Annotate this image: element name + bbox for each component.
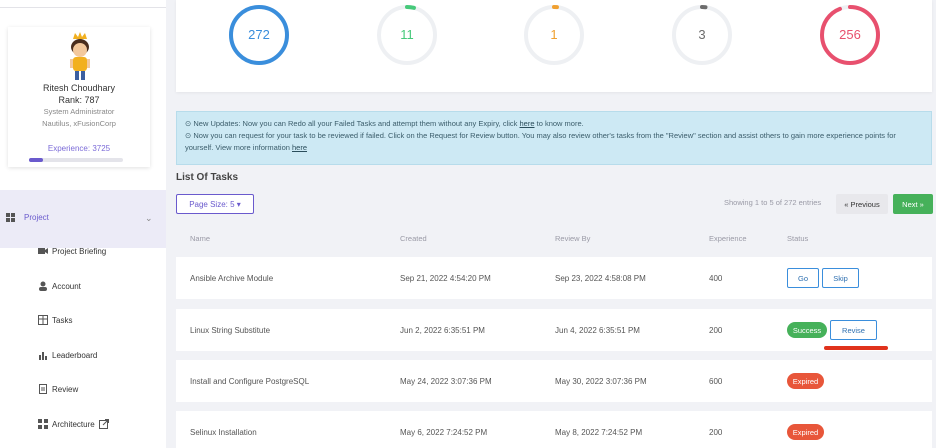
sidebar-item-label: Architecture xyxy=(52,419,95,429)
stat-value: 1 xyxy=(550,27,558,42)
column-header-experience: Experience xyxy=(709,234,747,243)
go-button[interactable]: Go xyxy=(787,268,819,288)
stat-value: 11 xyxy=(400,27,414,42)
bar-chart-icon xyxy=(39,352,47,360)
sidebar-top-divider xyxy=(0,0,166,8)
column-header-created: Created xyxy=(400,234,427,243)
task-review-by: Sep 23, 2022 4:58:08 PM xyxy=(555,274,646,283)
column-header-status: Status xyxy=(787,234,809,243)
updates-notice: ⊙ New Updates: Now you can Redo all your… xyxy=(176,111,932,165)
chevron-down-icon: ⌄ xyxy=(145,213,153,223)
list-title: List Of Tasks xyxy=(176,172,239,183)
stat-ring: 11 xyxy=(375,3,439,67)
stat-value: 256 xyxy=(839,27,861,42)
table-row: Linux String Substitute Jun 2, 2022 6:35… xyxy=(176,309,932,351)
grid-icon xyxy=(38,419,48,429)
stat-value: 272 xyxy=(248,27,270,42)
page-size-dropdown[interactable]: Page Size: 5 ▾ xyxy=(176,194,254,214)
task-experience: 400 xyxy=(709,274,723,283)
user-icon xyxy=(39,281,47,291)
experience-progress-bar xyxy=(29,158,123,162)
task-name: Linux String Substitute xyxy=(190,326,271,335)
task-review-by: May 30, 2022 3:07:36 PM xyxy=(555,377,647,386)
status-badge-expired: Expired xyxy=(787,424,824,440)
status-badge-success: Success xyxy=(787,322,827,338)
grid-icon xyxy=(6,213,15,222)
task-experience: 200 xyxy=(709,428,723,437)
profile-name: Ritesh Choudhary xyxy=(42,83,116,93)
sidebar-item-label: Tasks xyxy=(52,315,73,325)
external-link-icon xyxy=(98,419,109,429)
notice-line-1-tail: to know more. xyxy=(536,119,584,128)
notice-link-2[interactable]: here xyxy=(292,143,307,152)
profile-org: Nautilus, xFusionCorp xyxy=(42,119,116,128)
task-name: Ansible Archive Module xyxy=(190,274,274,283)
sidebar-item-project-briefing[interactable]: Project Briefing xyxy=(38,244,106,258)
notice-link-1[interactable]: here xyxy=(520,119,535,128)
profile-role: System Administrator xyxy=(43,107,115,116)
annotation-underline xyxy=(824,346,888,350)
column-header-name: Name xyxy=(190,234,211,243)
previous-button[interactable]: « Previous xyxy=(836,194,888,214)
sidebar-item-label: Project Briefing xyxy=(52,246,107,256)
table-row: Install and Configure PostgreSQL May 24,… xyxy=(176,360,932,402)
stat-ring: 3 xyxy=(670,3,734,67)
column-header-review-by: Review By xyxy=(555,234,591,243)
sidebar-item-label: Leaderboard xyxy=(52,350,98,360)
task-name: Selinux Installation xyxy=(190,428,257,437)
sidebar-item-label: Review xyxy=(52,384,79,394)
profile-card: Ritesh Choudhary Rank: 787 System Admini… xyxy=(8,27,150,167)
sidebar-item-project[interactable]: Project ⌄ xyxy=(0,190,166,248)
video-icon xyxy=(38,248,48,254)
stats-card: 272 11 1 3 256 xyxy=(176,0,932,92)
task-review-by: May 8, 2022 7:24:52 PM xyxy=(555,428,643,437)
skip-button[interactable]: Skip xyxy=(822,268,859,288)
table-row: Ansible Archive Module Sep 21, 2022 4:54… xyxy=(176,257,932,299)
status-badge-expired: Expired xyxy=(787,373,824,389)
sidebar-item-account[interactable]: Account xyxy=(38,279,81,293)
entries-info: Showing 1 to 5 of 272 entries xyxy=(724,198,822,207)
task-created: May 24, 2022 3:07:36 PM xyxy=(400,377,492,386)
stat-value: 3 xyxy=(698,27,706,42)
revise-button[interactable]: Revise xyxy=(830,320,877,340)
profile-rank: Rank: 787 xyxy=(58,95,100,105)
stat-ring: 256 xyxy=(818,3,882,67)
table-icon xyxy=(38,315,48,325)
experience-progress-fill xyxy=(29,158,44,162)
task-created: Sep 21, 2022 4:54:20 PM xyxy=(400,274,491,283)
sidebar-item-tasks[interactable]: Tasks xyxy=(38,313,72,327)
task-review-by: Jun 4, 2022 6:35:51 PM xyxy=(555,326,640,335)
document-icon xyxy=(39,384,47,394)
task-experience: 600 xyxy=(709,377,723,386)
sidebar-item-label: Account xyxy=(52,281,81,291)
avatar xyxy=(70,32,90,80)
task-created: May 6, 2022 7:24:52 PM xyxy=(400,428,488,437)
table-row: Selinux Installation May 6, 2022 7:24:52… xyxy=(176,411,932,448)
sidebar-item-review[interactable]: Review xyxy=(38,382,78,396)
sidebar-item-label: Project xyxy=(24,213,49,222)
stat-ring: 1 xyxy=(522,3,586,67)
sidebar-item-leaderboard[interactable]: Leaderboard xyxy=(38,348,97,362)
profile-experience: Experience: 3725 xyxy=(47,144,111,153)
table-header: Name Created Review By Experience Status xyxy=(176,228,932,248)
task-experience: 200 xyxy=(709,326,723,335)
next-button[interactable]: Next » xyxy=(893,194,933,214)
sidebar: Ritesh Choudhary Rank: 787 System Admini… xyxy=(0,0,166,448)
task-created: Jun 2, 2022 6:35:51 PM xyxy=(400,326,485,335)
notice-line-1: ⊙ New Updates: Now you can Redo all your… xyxy=(185,119,518,128)
task-name: Install and Configure PostgreSQL xyxy=(190,377,310,386)
stat-ring: 272 xyxy=(227,3,291,67)
sidebar-item-architecture[interactable]: Architecture xyxy=(38,417,109,431)
